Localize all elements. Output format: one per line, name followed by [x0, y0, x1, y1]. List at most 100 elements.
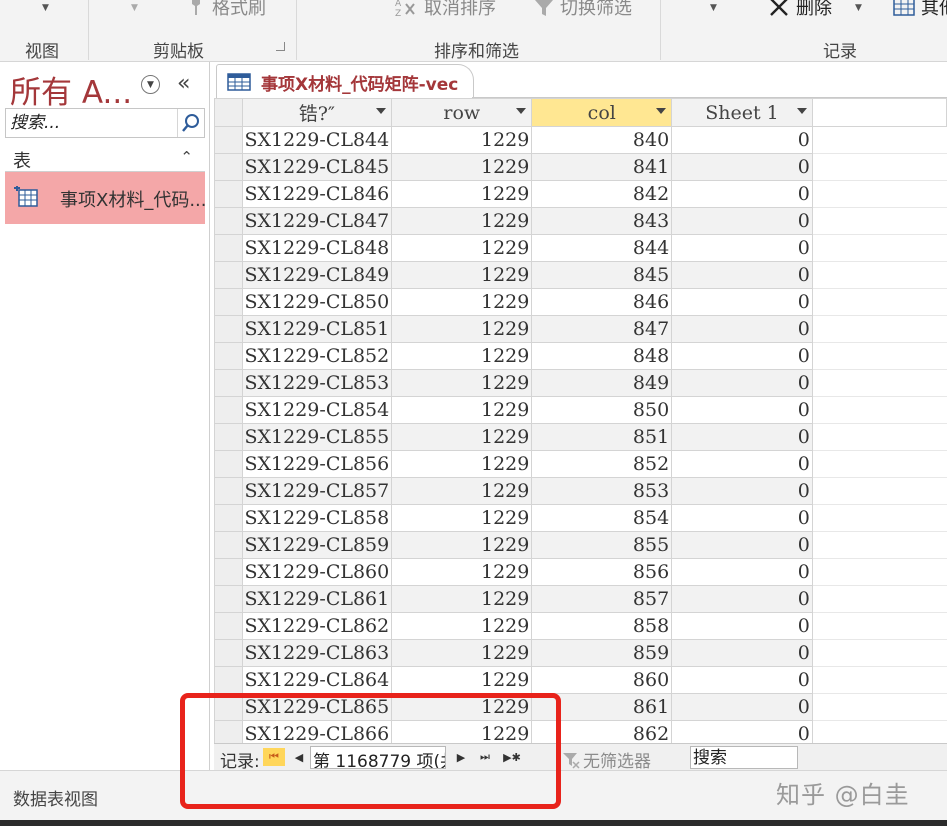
table-cell[interactable]: SX1229-CL853 [241, 369, 393, 397]
table-cell[interactable]: 0 [671, 261, 813, 289]
table-cell[interactable]: 845 [531, 261, 673, 289]
table-cell[interactable]: 857 [531, 585, 673, 613]
table-cell[interactable]: 0 [671, 207, 813, 235]
table-cell[interactable]: 0 [671, 477, 813, 505]
row-selector[interactable] [214, 396, 243, 424]
row-selector[interactable] [214, 450, 243, 478]
table-cell[interactable]: 0 [671, 450, 813, 478]
table-cell[interactable]: 0 [671, 693, 813, 721]
table-cell[interactable]: SX1229-CL865 [241, 693, 393, 721]
format-painter-button[interactable]: 格式刷 [186, 0, 266, 20]
table-cell[interactable]: 0 [671, 531, 813, 559]
table-cell[interactable]: 0 [671, 504, 813, 532]
table-row[interactable]: SX1229-CL856 1229 852 0 [214, 450, 947, 478]
table-cell[interactable]: SX1229-CL850 [241, 288, 393, 316]
table-row[interactable]: SX1229-CL864 1229 860 0 [214, 666, 947, 694]
toggle-filter-button[interactable]: 切换筛选 [534, 0, 632, 20]
select-all-corner[interactable] [214, 98, 243, 127]
table-cell[interactable]: 858 [531, 612, 673, 640]
column-dropdown-icon[interactable] [516, 108, 527, 114]
row-selector[interactable] [214, 126, 243, 154]
table-cell[interactable]: 843 [531, 207, 673, 235]
table-cell[interactable]: 1229 [391, 234, 533, 262]
column-header-selected[interactable]: col [531, 98, 673, 127]
row-selector[interactable] [214, 234, 243, 262]
row-selector[interactable] [214, 477, 243, 505]
new-record-icon[interactable]: ▶✱ [500, 748, 524, 766]
table-cell[interactable]: 844 [531, 234, 673, 262]
row-selector[interactable] [214, 720, 243, 743]
row-selector[interactable] [214, 639, 243, 667]
table-cell[interactable]: 860 [531, 666, 673, 694]
table-row[interactable]: SX1229-CL844 1229 840 0 [214, 126, 947, 154]
table-cell[interactable]: 1229 [391, 531, 533, 559]
table-cell[interactable]: 0 [671, 234, 813, 262]
row-selector[interactable] [214, 504, 243, 532]
clipboard-launcher-icon[interactable] [276, 42, 285, 51]
row-selector[interactable] [214, 261, 243, 289]
view-dropdown-caret[interactable]: ▼ [42, 3, 49, 13]
table-cell[interactable]: 1229 [391, 180, 533, 208]
table-cell[interactable]: 840 [531, 126, 673, 154]
table-cell[interactable]: 862 [531, 720, 673, 743]
table-cell[interactable]: 1229 [391, 558, 533, 586]
table-row[interactable]: SX1229-CL846 1229 842 0 [214, 180, 947, 208]
table-cell[interactable]: 1229 [391, 612, 533, 640]
table-cell[interactable]: 0 [671, 585, 813, 613]
table-cell[interactable]: SX1229-CL866 [241, 720, 393, 743]
table-cell[interactable]: 0 [671, 666, 813, 694]
table-cell[interactable]: 855 [531, 531, 673, 559]
table-row[interactable]: SX1229-CL866 1229 862 0 [214, 720, 947, 743]
more-button[interactable]: 其他 [893, 0, 947, 20]
row-selector[interactable] [214, 288, 243, 316]
table-cell[interactable]: 0 [671, 288, 813, 316]
table-cell[interactable]: SX1229-CL857 [241, 477, 393, 505]
filter-status[interactable]: 无筛选器 [562, 747, 651, 772]
records-dropdown-caret[interactable]: ▼ [710, 3, 717, 13]
table-cell[interactable]: SX1229-CL854 [241, 396, 393, 424]
table-cell[interactable]: 852 [531, 450, 673, 478]
row-selector[interactable] [214, 342, 243, 370]
table-row[interactable]: SX1229-CL851 1229 847 0 [214, 315, 947, 343]
table-cell[interactable]: 1229 [391, 504, 533, 532]
table-row[interactable]: SX1229-CL855 1229 851 0 [214, 423, 947, 451]
table-cell[interactable]: SX1229-CL862 [241, 612, 393, 640]
table-cell[interactable]: 1229 [391, 261, 533, 289]
table-cell[interactable]: 0 [671, 639, 813, 667]
table-cell[interactable]: SX1229-CL863 [241, 639, 393, 667]
table-cell[interactable]: 853 [531, 477, 673, 505]
table-cell[interactable]: 0 [671, 180, 813, 208]
table-cell[interactable]: 856 [531, 558, 673, 586]
nav-item-table[interactable]: 事项X材料_代码... [5, 172, 207, 224]
table-row[interactable]: SX1229-CL858 1229 854 0 [214, 504, 947, 532]
table-cell[interactable]: 1229 [391, 207, 533, 235]
previous-record-icon[interactable]: ◀ [292, 748, 306, 766]
table-cell[interactable]: 848 [531, 342, 673, 370]
next-record-icon[interactable]: ▶ [454, 748, 468, 766]
table-row[interactable]: SX1229-CL863 1229 859 0 [214, 639, 947, 667]
table-cell[interactable]: 0 [671, 423, 813, 451]
first-record-icon[interactable]: ⏮ [263, 748, 285, 766]
table-cell[interactable]: SX1229-CL845 [241, 153, 393, 181]
table-cell[interactable]: 0 [671, 396, 813, 424]
table-row[interactable]: SX1229-CL853 1229 849 0 [214, 369, 947, 397]
nav-menu-dropdown-icon[interactable]: ▼ [141, 75, 160, 94]
delete-button[interactable]: 删除 [768, 0, 832, 20]
nav-group-tables[interactable]: 表 ⌃ [5, 146, 205, 172]
table-cell[interactable]: SX1229-CL851 [241, 315, 393, 343]
table-cell[interactable]: 1229 [391, 477, 533, 505]
last-record-icon[interactable]: ⏭ [476, 748, 494, 766]
table-cell[interactable]: 1229 [391, 693, 533, 721]
table-cell[interactable]: 849 [531, 369, 673, 397]
table-cell[interactable]: 0 [671, 369, 813, 397]
table-cell[interactable]: SX1229-CL847 [241, 207, 393, 235]
column-header[interactable]: 锆?″ [241, 98, 393, 127]
row-selector[interactable] [214, 612, 243, 640]
table-cell[interactable]: SX1229-CL861 [241, 585, 393, 613]
row-selector[interactable] [214, 369, 243, 397]
column-header[interactable]: Sheet 1 [671, 98, 813, 127]
table-cell[interactable]: 1229 [391, 369, 533, 397]
chevron-up-icon[interactable]: ⌃ [180, 148, 193, 166]
table-cell[interactable]: 1229 [391, 666, 533, 694]
table-row[interactable]: SX1229-CL848 1229 844 0 [214, 234, 947, 262]
